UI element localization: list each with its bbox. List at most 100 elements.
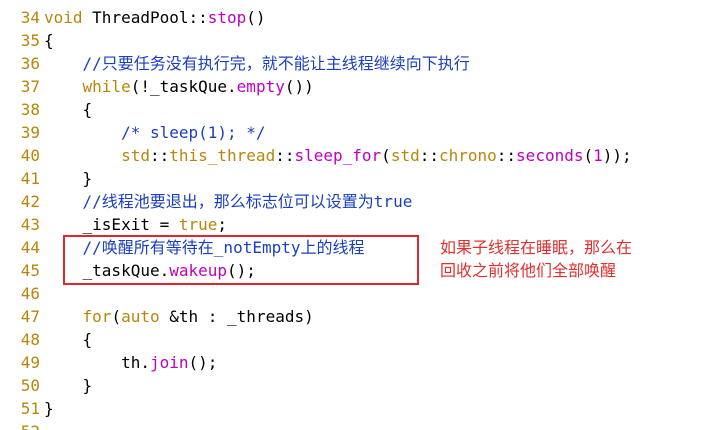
code-token: void	[44, 8, 93, 27]
line-number: 40	[20, 146, 40, 165]
code-line[interactable]: 47 for(auto &th : _threads)	[0, 305, 721, 328]
code-line[interactable]: 35{	[0, 29, 721, 52]
code-text: //只要任务没有执行完，就不能让主线程继续向下执行	[44, 52, 470, 75]
code-token: {	[44, 330, 93, 349]
line-number: 46	[20, 284, 40, 303]
code-line[interactable]: 37 while(!_taskQue.empty())	[0, 75, 721, 98]
code-line[interactable]: 52	[0, 420, 721, 430]
code-text: {	[44, 328, 93, 351]
code-token: true	[178, 215, 218, 234]
line-number: 42	[20, 192, 40, 211]
code-token: {	[44, 31, 54, 50]
code-token: sleep_for	[294, 146, 382, 165]
code-token: chrono	[438, 146, 497, 165]
code-token: std	[390, 146, 420, 165]
code-token: ::	[275, 146, 295, 165]
code-token: //只要任务没有执行完，就不能让主线程继续向下执行	[44, 54, 470, 73]
code-token: &th : _threads)	[159, 307, 314, 326]
code-token: std	[121, 146, 150, 165]
code-text: }	[44, 167, 93, 190]
code-token: //线程池要退出，那么标志位可以设置为true	[44, 192, 413, 211]
code-token: stop	[207, 8, 247, 27]
code-line[interactable]: 51}	[0, 397, 721, 420]
code-token: (!_taskQue.	[130, 77, 237, 96]
code-token: ::	[149, 146, 170, 165]
line-number: 50	[20, 376, 40, 395]
code-text: {	[44, 29, 54, 52]
line-number: 45	[20, 261, 40, 280]
line-number: 51	[20, 399, 40, 418]
annotation-line-1: 如果子线程在睡眠，那么在	[440, 238, 633, 257]
code-token: th.	[44, 353, 150, 372]
line-number: 49	[20, 353, 40, 372]
line-number: 47	[20, 307, 40, 326]
code-line[interactable]: 41 }	[0, 167, 721, 190]
code-text: }	[44, 374, 93, 397]
code-line[interactable]: 46	[0, 282, 721, 305]
line-number: 52	[0, 420, 40, 430]
code-token: ThreadPool::	[92, 8, 208, 27]
code-token: ::	[496, 146, 517, 165]
code-line[interactable]: 42 //线程池要退出，那么标志位可以设置为true	[0, 190, 721, 213]
code-token: }	[44, 169, 93, 188]
code-text: _isExit = true;	[44, 213, 228, 236]
code-line[interactable]: 48 {	[0, 328, 721, 351]
code-token: ;	[217, 215, 228, 234]
code-editor[interactable]: 34 void ThreadPool::stop() 35{36 //只要任务没有执…	[0, 0, 721, 430]
code-text: /* sleep(1); */	[44, 121, 266, 144]
code-line[interactable]: 40 std::this_thread::sleep_for(std::chro…	[0, 144, 721, 167]
code-line[interactable]: 39 /* sleep(1); */	[0, 121, 721, 144]
code-token: seconds	[516, 146, 584, 165]
code-token: ()	[246, 8, 266, 27]
line-number: 41	[20, 169, 40, 188]
code-line[interactable]: 49 th.join();	[0, 351, 721, 374]
code-token: (	[381, 146, 391, 165]
line-number: 48	[20, 330, 40, 349]
code-token: ));	[602, 146, 632, 165]
code-token: while	[82, 77, 131, 96]
code-line[interactable]: 34 void ThreadPool::stop()	[0, 6, 721, 29]
code-text: while(!_taskQue.empty())	[44, 75, 314, 98]
code-token: 1	[593, 146, 603, 165]
code-text: for(auto &th : _threads)	[44, 305, 314, 328]
code-token: _isExit =	[44, 215, 179, 234]
code-line[interactable]: 43 _isExit = true;	[0, 213, 721, 236]
code-token: ::	[419, 146, 439, 165]
code-text: th.join();	[44, 351, 217, 374]
line-number: 35	[20, 31, 40, 50]
annotation-highlight-box	[63, 235, 419, 285]
code-token: (	[583, 146, 594, 165]
code-token: (	[111, 307, 122, 326]
code-text: {	[44, 98, 93, 121]
code-token: for	[82, 307, 112, 326]
code-token: this_thread	[169, 146, 276, 165]
line-number: 38	[20, 100, 40, 119]
code-text: //线程池要退出，那么标志位可以设置为true	[44, 190, 413, 213]
code-token: }	[44, 376, 93, 395]
line-number: 34	[20, 8, 40, 27]
code-token: ())	[284, 77, 314, 96]
code-text: }	[44, 397, 54, 420]
code-text: void ThreadPool::stop()	[44, 6, 266, 29]
code-text: std::this_thread::sleep_for(std::chrono:…	[44, 144, 632, 167]
annotation-line-2: 回收之前将他们全部唤醒	[440, 261, 617, 280]
line-number: 39	[20, 123, 40, 142]
annotation-note: 如果子线程在睡眠，那么在 回收之前将他们全部唤醒	[440, 236, 700, 282]
code-token: auto	[121, 307, 160, 326]
line-number: 36	[20, 54, 40, 73]
code-token: join	[149, 353, 189, 372]
code-line[interactable]: 50 }	[0, 374, 721, 397]
code-token: }	[44, 399, 54, 418]
code-token: {	[44, 100, 93, 119]
line-number: 44	[20, 238, 40, 257]
code-token: empty	[236, 77, 285, 96]
code-token: ();	[188, 353, 218, 372]
line-number: 43	[20, 215, 40, 234]
code-line[interactable]: 36 //只要任务没有执行完，就不能让主线程继续向下执行	[0, 52, 721, 75]
line-number: 37	[20, 77, 40, 96]
code-line[interactable]: 38 {	[0, 98, 721, 121]
code-token: /* sleep(1); */	[44, 123, 266, 142]
